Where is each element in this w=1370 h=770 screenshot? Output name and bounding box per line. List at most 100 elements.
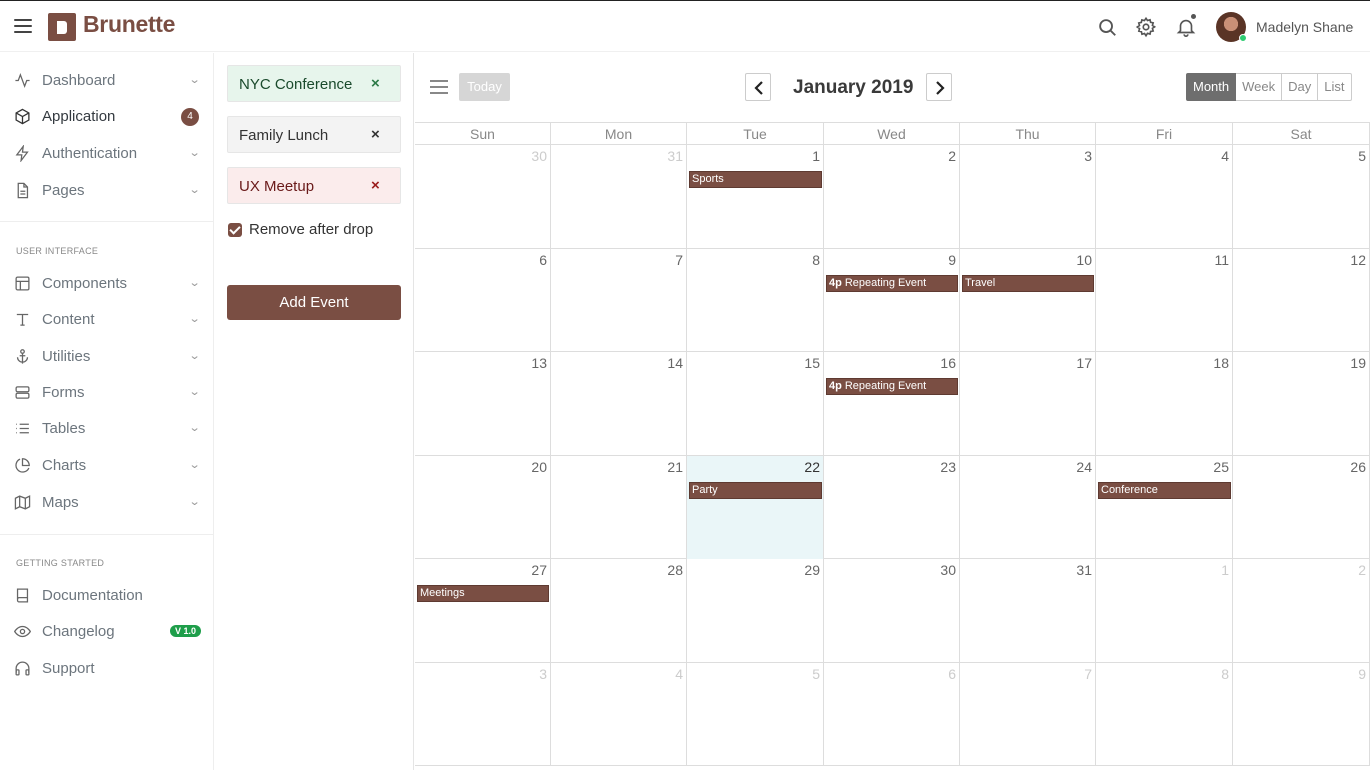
day-number[interactable]: 16 [940, 355, 956, 371]
sidebar-item-pages[interactable]: Pages ⌄ [0, 173, 214, 207]
prev-month-button[interactable] [745, 73, 771, 101]
external-event-family-lunch[interactable]: Family Lunch × [227, 116, 401, 153]
user-menu-chevron-icon[interactable]: ⌄ [1347, 21, 1355, 32]
remove-event-close-icon[interactable]: × [371, 177, 380, 194]
day-cell[interactable]: 11 [1096, 248, 1233, 352]
day-number[interactable]: 8 [1221, 666, 1229, 682]
day-cell[interactable]: 1 [687, 145, 824, 249]
day-number[interactable]: 10 [1076, 252, 1092, 268]
remove-after-drop-checkbox[interactable] [228, 223, 242, 237]
day-cell[interactable]: 4 [1096, 145, 1233, 249]
day-number[interactable]: 9 [948, 252, 956, 268]
day-number[interactable]: 31 [1076, 562, 1092, 578]
day-number[interactable]: 15 [804, 355, 820, 371]
day-number[interactable]: 18 [1213, 355, 1229, 371]
day-number[interactable]: 27 [531, 562, 547, 578]
day-cell[interactable]: 7 [960, 662, 1096, 766]
day-cell[interactable]: 4 [551, 662, 687, 766]
user-name[interactable]: Madelyn Shane [1256, 19, 1353, 35]
settings-gear-icon[interactable] [1135, 16, 1157, 38]
day-number[interactable]: 19 [1350, 355, 1366, 371]
calendar-event[interactable]: Meetings [417, 585, 549, 602]
day-number[interactable]: 5 [1358, 148, 1366, 164]
day-number[interactable]: 23 [940, 459, 956, 475]
remove-after-drop-label[interactable]: Remove after drop [249, 221, 373, 238]
sidebar-item-forms[interactable]: Forms ⌄ [0, 375, 214, 409]
day-number[interactable]: 21 [667, 459, 683, 475]
day-cell[interactable]: 23 [824, 455, 960, 559]
day-cell[interactable]: 10 [960, 248, 1096, 352]
today-button[interactable]: Today [459, 73, 510, 101]
brand-logo-icon[interactable] [48, 13, 76, 41]
day-cell[interactable]: 30 [415, 145, 551, 249]
day-number[interactable]: 7 [1084, 666, 1092, 682]
day-cell[interactable]: 16 [824, 352, 960, 456]
day-number[interactable]: 7 [675, 252, 683, 268]
day-number[interactable]: 9 [1358, 666, 1366, 682]
sidebar-item-tables[interactable]: Tables ⌄ [0, 411, 214, 445]
day-cell[interactable]: 3 [415, 662, 551, 766]
day-number[interactable]: 25 [1213, 459, 1229, 475]
day-cell[interactable]: 17 [960, 352, 1096, 456]
calendar-event[interactable]: Travel [962, 274, 1094, 292]
day-number[interactable]: 3 [1084, 148, 1092, 164]
view-list-button[interactable]: List [1318, 73, 1352, 101]
notification-bell-icon[interactable] [1175, 14, 1197, 38]
day-cell[interactable]: 2 [824, 145, 960, 249]
day-number[interactable]: 17 [1076, 355, 1092, 371]
day-number[interactable]: 13 [531, 355, 547, 371]
day-number[interactable]: 2 [1358, 562, 1366, 578]
day-cell-today[interactable]: 22 [687, 455, 824, 559]
day-number[interactable]: 2 [948, 148, 956, 164]
sidebar-item-components[interactable]: Components ⌄ [0, 266, 214, 300]
day-number[interactable]: 4 [675, 666, 683, 682]
day-number[interactable]: 11 [1214, 252, 1229, 268]
day-cell[interactable]: 21 [551, 455, 687, 559]
day-cell[interactable]: 9 [1233, 662, 1370, 766]
day-number[interactable]: 4 [1221, 148, 1229, 164]
day-number[interactable]: 30 [531, 148, 547, 164]
search-icon[interactable] [1096, 16, 1118, 38]
day-cell[interactable]: 28 [551, 559, 687, 663]
day-number[interactable]: 6 [539, 252, 547, 268]
day-cell[interactable]: 27 [415, 559, 551, 663]
remove-event-close-icon[interactable]: × [371, 75, 380, 92]
sidebar-item-application[interactable]: Application 4 [0, 99, 214, 133]
day-cell[interactable]: 31 [551, 145, 687, 249]
add-event-button[interactable]: Add Event [227, 285, 401, 320]
day-cell[interactable]: 24 [960, 455, 1096, 559]
day-cell[interactable]: 15 [687, 352, 824, 456]
day-number[interactable]: 1 [1221, 562, 1229, 578]
sidebar-item-support[interactable]: Support [0, 651, 214, 685]
day-cell[interactable]: 31 [960, 559, 1096, 663]
sidebar-item-changelog[interactable]: Changelog V 1.0 [0, 614, 214, 648]
external-event-nyc-conference[interactable]: NYC Conference × [227, 65, 401, 102]
day-number[interactable]: 30 [940, 562, 956, 578]
day-cell[interactable]: 12 [1233, 248, 1370, 352]
day-cell[interactable]: 3 [960, 145, 1096, 249]
sidebar-item-utilities[interactable]: Utilities ⌄ [0, 339, 214, 373]
view-day-button[interactable]: Day [1282, 73, 1319, 101]
day-cell[interactable]: 7 [551, 248, 687, 352]
day-cell[interactable]: 13 [415, 352, 551, 456]
sidebar-item-maps[interactable]: Maps ⌄ [0, 485, 214, 519]
day-number[interactable]: 24 [1076, 459, 1092, 475]
day-cell[interactable]: 9 [824, 248, 960, 352]
day-cell[interactable]: 6 [824, 662, 960, 766]
day-number[interactable]: 14 [667, 355, 683, 371]
day-number[interactable]: 22 [804, 459, 820, 475]
day-number[interactable]: 26 [1350, 459, 1366, 475]
day-cell[interactable]: 26 [1233, 455, 1370, 559]
day-number[interactable]: 6 [948, 666, 956, 682]
calendar-menu-icon[interactable] [430, 80, 448, 94]
day-cell[interactable]: 20 [415, 455, 551, 559]
day-number[interactable]: 8 [812, 252, 820, 268]
day-number[interactable]: 28 [667, 562, 683, 578]
day-cell[interactable]: 25 [1096, 455, 1233, 559]
day-number[interactable]: 5 [812, 666, 820, 682]
sidebar-item-documentation[interactable]: Documentation [0, 578, 214, 612]
brand-name[interactable]: Brunette [83, 11, 175, 38]
day-cell[interactable]: 8 [687, 248, 824, 352]
day-number[interactable]: 31 [667, 148, 683, 164]
sidebar-item-charts[interactable]: Charts ⌄ [0, 448, 214, 482]
